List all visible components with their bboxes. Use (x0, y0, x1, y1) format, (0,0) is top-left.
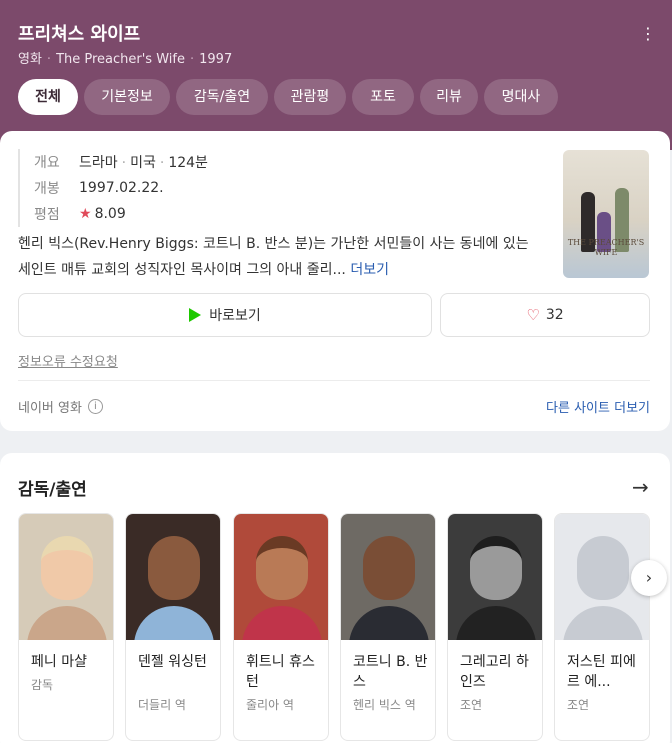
scroll-next-button[interactable]: › (631, 560, 667, 596)
release-row: 개봉 1997.02.22. (34, 175, 208, 201)
tab-reviews-rating[interactable]: 관람평 (274, 79, 346, 115)
summary-country: 미국 (130, 155, 156, 171)
tab-cast[interactable]: 감독/출연 (176, 79, 268, 115)
cast-card[interactable]: 코트니 B. 반스 헨리 빅스 역 (340, 513, 436, 741)
cast-role: 더들리 역 (138, 698, 186, 712)
tab-all[interactable]: 전체 (18, 79, 78, 115)
cast-name: 그레고리 하인즈 (460, 654, 529, 690)
info-rows: 개요 드라마 · 미국 · 124분 개봉 1997.02.22. 평점 ★ 8.09 (18, 149, 208, 227)
movie-description: 헨리 빅스(Rev.Henry Biggs: 코트니 B. 반스 분)는 가난한… (18, 231, 538, 283)
tab-quotes[interactable]: 명대사 (484, 79, 558, 115)
summary-genre: 드라마 (79, 155, 118, 171)
cast-name: 코트니 B. 반스 (353, 654, 428, 690)
like-count: 32 (545, 307, 564, 323)
cast-name: 덴젤 워싱턴 (138, 654, 207, 670)
cast-card[interactable]: 휘트니 휴스턴 줄리아 역 (233, 513, 329, 741)
description-more-link[interactable]: 더보기 (350, 262, 389, 278)
cast-section-card: 감독/출연 → 페니 마샬 감독 덴젤 워싱턴 더들리 역 휘트니 휴스턴 줄리… (0, 453, 670, 743)
release-label: 개봉 (34, 181, 60, 197)
cast-role: 줄리아 역 (246, 698, 294, 712)
arrow-right-icon[interactable]: → (632, 477, 649, 497)
cast-role: 조연 (460, 698, 483, 712)
cast-name: 페니 마샬 (31, 654, 87, 670)
cast-card[interactable]: 덴젤 워싱턴 더들리 역 (125, 513, 221, 741)
heart-icon: ♡ (526, 306, 540, 324)
cast-photo (234, 514, 328, 640)
summary-runtime: 124분 (168, 155, 208, 171)
cast-photo (448, 514, 542, 640)
cast-photo (19, 514, 113, 640)
cast-role: 헨리 빅스 역 (353, 698, 416, 712)
divider (18, 380, 650, 381)
cast-role: 조연 (567, 698, 590, 712)
original-title-text: The Preacher's Wife (56, 52, 185, 67)
cast-card[interactable]: 그레고리 하인즈 조연 (447, 513, 543, 741)
cast-name: 휘트니 휴스턴 (246, 654, 315, 690)
page-title: 프리쳐스 와이프 (18, 24, 141, 45)
star-icon: ★ (79, 206, 92, 222)
source-label: 네이버 영화 i (18, 397, 103, 416)
summary-label: 개요 (34, 155, 60, 171)
watch-label: 바로보기 (209, 308, 261, 324)
movie-info-card: 개요 드라마 · 미국 · 124분 개봉 1997.02.22. 평점 ★ 8.09 T… (0, 131, 670, 431)
info-icon[interactable]: i (87, 399, 103, 414)
watch-button[interactable]: 바로보기 (18, 293, 432, 337)
tab-photos[interactable]: 포토 (352, 79, 414, 115)
cast-name: 저스틴 피에르 에... (567, 654, 636, 690)
release-date: 1997.02.22. (79, 180, 164, 196)
summary-row: 개요 드라마 · 미국 · 124분 (34, 149, 208, 175)
other-sites-link[interactable]: 다른 사이트 더보기 (546, 397, 650, 416)
more-options-icon[interactable]: ⋮ (640, 24, 656, 44)
like-button[interactable]: ♡ 32 (440, 293, 650, 337)
cast-photo (341, 514, 435, 640)
year-text: 1997 (199, 52, 233, 67)
description-text: 헨리 빅스(Rev.Henry Biggs: 코트니 B. 반스 분)는 가난한… (18, 236, 529, 278)
movie-poster[interactable]: THE PREACHER'S WIFE (563, 150, 649, 278)
source-text: 네이버 영화 (18, 401, 82, 416)
movie-header: 프리쳐스 와이프 영화 · The Preacher's Wife · 1997 ⋮ 전… (0, 0, 672, 150)
report-error-link[interactable]: 정보오류 수정요청 (18, 351, 118, 370)
genre-text: 영화 (18, 52, 42, 67)
play-icon (189, 308, 202, 322)
cast-card[interactable]: 저스틴 피에르 에... 조연 (554, 513, 650, 741)
tab-reviews[interactable]: 리뷰 (420, 79, 478, 115)
tab-basic-info[interactable]: 기본정보 (84, 79, 170, 115)
poster-title: THE PREACHER'S WIFE (567, 238, 645, 257)
cast-photo (126, 514, 220, 640)
cast-card[interactable]: 페니 마샬 감독 (18, 513, 114, 741)
cast-role: 감독 (31, 678, 54, 692)
rating-value: 8.09 (94, 206, 126, 222)
movie-subtitle: 영화 · The Preacher's Wife · 1997 (18, 52, 233, 67)
rating-label: 평점 (34, 207, 60, 223)
section-title: 감독/출연 (18, 480, 87, 500)
rating-row: 평점 ★ 8.09 (34, 201, 208, 227)
